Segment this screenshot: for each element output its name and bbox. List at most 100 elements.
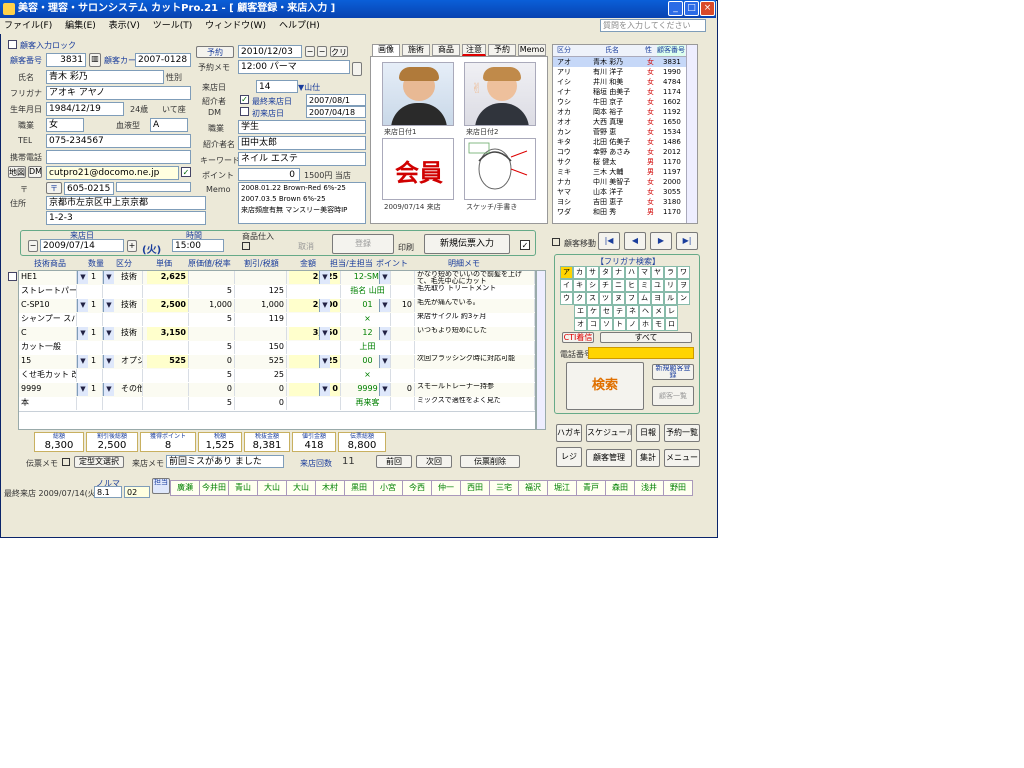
maximize-button[interactable]: □ — [684, 1, 699, 16]
kana-button[interactable]: ロ — [665, 318, 678, 331]
memo-cell[interactable]: スモールトレーナー持参 — [415, 383, 535, 396]
aggregate-button[interactable]: 集計 — [636, 449, 660, 467]
table-row[interactable]: C-SP101技術2,5001,0001,0002,5000110毛先が痛んでい… — [19, 299, 535, 314]
slip-date-prev[interactable]: − — [28, 240, 38, 252]
customer-no-field[interactable]: 3831 — [46, 53, 86, 67]
list-item[interactable]: オオ 大西 真理 女 1650 — [553, 117, 687, 127]
type-cell[interactable]: オプション — [119, 355, 143, 368]
name-field[interactable]: 青木 彩乃 — [46, 70, 164, 84]
last-record-button[interactable]: ▶| — [676, 232, 698, 250]
type-cell[interactable]: 技術 — [119, 327, 143, 340]
mobile-field[interactable] — [46, 150, 191, 164]
staff-button[interactable]: 森田 — [605, 480, 635, 496]
discount-cell[interactable]: 0 — [237, 397, 287, 410]
slip-date-field[interactable]: 2009/07/14 — [40, 239, 124, 252]
menu-file[interactable]: ファイル(F) — [4, 18, 52, 34]
item-cell[interactable]: ストレートパーマ — [19, 285, 77, 298]
menu-tools[interactable]: ツール(T) — [153, 18, 193, 34]
kana-field[interactable]: アオキ アヤノ — [46, 86, 191, 100]
list-item[interactable]: カン 菅野 恵 女 1534 — [553, 127, 687, 137]
staff-button[interactable]: 青戸 — [576, 480, 606, 496]
kana-button[interactable]: ソ — [600, 318, 613, 331]
new-customer-button[interactable]: 新規顧客登録 — [652, 364, 694, 380]
address2-field[interactable]: 1-2-3 — [46, 211, 206, 225]
kana-button[interactable]: ホ — [639, 318, 652, 331]
prev-record-button[interactable]: ◀ — [624, 232, 646, 250]
type-cell[interactable] — [119, 313, 143, 326]
price-cell[interactable] — [147, 313, 189, 326]
dm-button[interactable]: DM — [28, 166, 42, 178]
memo-cell[interactable] — [415, 341, 535, 354]
customer-manage-button[interactable]: 顧客管理 — [586, 449, 632, 467]
close-button[interactable]: × — [700, 1, 715, 16]
qty-dropdown[interactable]: ▼ — [103, 271, 114, 284]
price-cell[interactable] — [147, 369, 189, 382]
item-cell[interactable]: くせ毛カット 改善 — [19, 369, 77, 382]
reserve-button[interactable]: 予約 — [196, 46, 234, 58]
item-cell[interactable]: カット一般 — [19, 341, 77, 354]
qty-dropdown[interactable]: ▼ — [103, 299, 114, 312]
point-cell[interactable] — [395, 271, 415, 284]
amount-cell[interactable] — [289, 397, 341, 410]
cost-cell[interactable] — [191, 271, 235, 284]
list-item[interactable]: ヨシ 吉田 恵子 女 3180 — [553, 197, 687, 207]
schedule-button[interactable]: スケジュール — [586, 424, 632, 442]
template-button[interactable]: 定型文選択 — [74, 456, 124, 468]
memo-cell[interactable]: 来店サイクル 約3ヶ月 — [415, 313, 535, 326]
reserve-next-button[interactable]: − — [317, 46, 327, 57]
visit-date-dropdown[interactable]: ▼山仕 — [298, 82, 320, 93]
table-row[interactable]: シャンプー スパ&ヘッド 5119 × 来店サイクル 約3ヶ月 — [19, 313, 535, 328]
staff-button[interactable]: 青山 — [228, 480, 258, 496]
item-cell[interactable]: HE1 — [19, 271, 77, 284]
cti-button[interactable]: CTI着信 — [562, 332, 594, 343]
first-record-button[interactable]: |◀ — [598, 232, 620, 250]
item-cell[interactable]: シャンプー スパ&ヘッド — [19, 313, 77, 326]
birth-field[interactable]: 1984/12/19 — [46, 102, 124, 116]
point-field[interactable]: 0 — [238, 168, 300, 181]
memo-cell[interactable]: 毛先取り トリートメント — [415, 285, 535, 298]
reserve-prev-button[interactable]: − — [305, 46, 315, 57]
amount-dropdown[interactable]: ▼ — [319, 299, 330, 312]
type-cell[interactable]: その他 — [119, 383, 143, 396]
first-visit-checkbox[interactable] — [240, 107, 249, 116]
qty-cell[interactable]: 1 — [89, 327, 103, 340]
table-row[interactable]: ストレートパーマ 5125 指名 山田 毛先取り トリートメント — [19, 285, 535, 300]
qty-dropdown[interactable]: ▼ — [103, 327, 114, 340]
qty-cell[interactable]: 1 — [89, 299, 103, 312]
kana-button[interactable]: ト — [613, 318, 626, 331]
point-cell[interactable] — [395, 369, 415, 382]
kana-button[interactable]: ン — [677, 292, 690, 305]
reservation-list-button[interactable]: 予約一覧 — [664, 424, 700, 442]
memo-cell[interactable] — [415, 369, 535, 382]
kana-button[interactable]: ユ — [651, 279, 664, 292]
first-visit-field[interactable]: 2007/04/18 — [306, 106, 366, 118]
norm-cell-1[interactable]: 8.1 — [94, 486, 122, 498]
tel-search-input[interactable] — [588, 347, 694, 359]
type-cell[interactable]: 技術 — [119, 271, 143, 284]
new-slip-button[interactable]: 新規伝票入力 — [424, 234, 510, 254]
price-cell[interactable]: 3,150 — [147, 327, 189, 340]
address-field[interactable]: 京都市左京区中上京京都 — [46, 196, 206, 210]
list-item[interactable]: キタ 北田 佑美子 女 1486 — [553, 137, 687, 147]
slip-memo-checkbox[interactable] — [62, 458, 70, 466]
kana-button[interactable]: ラ — [664, 266, 677, 279]
qty-cell[interactable] — [89, 397, 103, 410]
item-dropdown[interactable]: ▼ — [77, 355, 88, 368]
kana-button[interactable]: ヘ — [639, 305, 652, 318]
customer-no-button[interactable]: ▥ — [89, 53, 101, 67]
point-cell[interactable] — [395, 285, 415, 298]
discount-cell[interactable]: 525 — [237, 355, 287, 368]
list-scrollbar[interactable] — [686, 45, 697, 223]
reserve-memo-field[interactable]: 12:00 パーマ — [238, 60, 350, 74]
menu-view[interactable]: 表示(V) — [109, 18, 140, 34]
type-cell[interactable] — [119, 397, 143, 410]
table-row[interactable]: C1技術3,1503,15012いつもより短めにした▼▼▼▼ — [19, 327, 535, 342]
staff-button[interactable]: 今井田 — [199, 480, 229, 496]
slip-date-next[interactable]: + — [127, 240, 137, 252]
amount-dropdown[interactable]: ▼ — [319, 327, 330, 340]
kana-button[interactable]: リ — [664, 279, 677, 292]
point-cell[interactable] — [395, 313, 415, 326]
kana-button[interactable]: セ — [600, 305, 613, 318]
kana-button[interactable]: ミ — [638, 279, 651, 292]
item-cell[interactable]: 9999 — [19, 383, 77, 396]
